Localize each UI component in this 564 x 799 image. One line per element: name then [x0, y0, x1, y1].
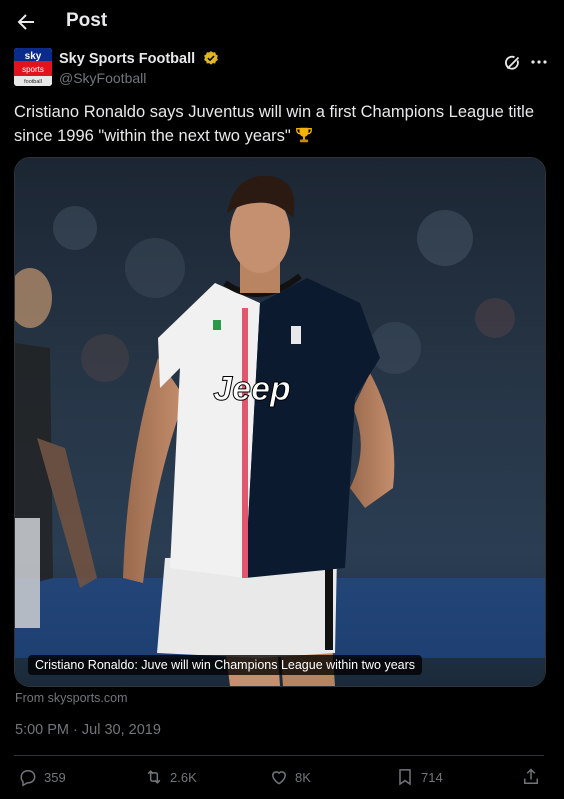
repost-button[interactable]: 2.6K [144, 764, 197, 790]
reply-count: 359 [44, 769, 66, 785]
link-card[interactable]: Jeep Cristiano Ronaldo: Juve will win Ch… [14, 157, 546, 687]
repost-count: 2.6K [170, 769, 197, 785]
bookmark-button[interactable]: 714 [395, 764, 443, 790]
like-count: 8K [295, 769, 311, 785]
grok-button[interactable] [503, 53, 523, 73]
share-button[interactable] [521, 764, 541, 790]
divider [14, 755, 544, 756]
reply-button[interactable]: 359 [18, 764, 66, 790]
page-title: Post [66, 10, 108, 31]
bookmark-icon [399, 769, 411, 786]
player-photo: Jeep [15, 158, 545, 686]
share-icon [524, 768, 538, 784]
back-button[interactable] [14, 10, 38, 34]
header: Post [0, 0, 564, 44]
grok-icon [505, 55, 520, 70]
verified-badge-icon [204, 51, 219, 65]
avatar[interactable]: sky sports football [14, 48, 52, 86]
arrow-left-icon [17, 14, 34, 30]
post-text: Cristiano Ronaldo says Juventus will win… [14, 100, 550, 148]
bookmark-count: 714 [421, 769, 443, 785]
card-caption: Cristiano Ronaldo: Juve will win Champio… [28, 655, 423, 675]
more-options-button[interactable] [528, 52, 550, 72]
avatar-line-3: football [24, 79, 42, 85]
reply-icon [20, 770, 36, 787]
heart-icon [271, 771, 287, 785]
post-text-body: Cristiano Ronaldo says Juventus will win… [14, 103, 534, 145]
jersey-sponsor: Jeep [213, 370, 291, 408]
like-button[interactable]: 8K [269, 764, 311, 790]
avatar-line-2: sports [22, 65, 44, 74]
author-handle[interactable]: @SkyFootball [59, 70, 146, 86]
trophy-icon [296, 127, 313, 143]
avatar-line-1: sky [25, 51, 42, 62]
author-name[interactable]: Sky Sports Football [59, 51, 195, 67]
action-bar: 359 2.6K 8K 714 [14, 764, 544, 792]
card-source-link[interactable]: From skysports.com [15, 691, 128, 705]
author-row: sky sports football Sky Sports Football … [14, 48, 550, 90]
repost-icon [147, 770, 161, 784]
post-timestamp[interactable]: 5:00 PM · Jul 30, 2019 [15, 722, 161, 738]
more-icon [531, 60, 547, 64]
author-name-row[interactable]: Sky Sports Football [59, 50, 219, 67]
